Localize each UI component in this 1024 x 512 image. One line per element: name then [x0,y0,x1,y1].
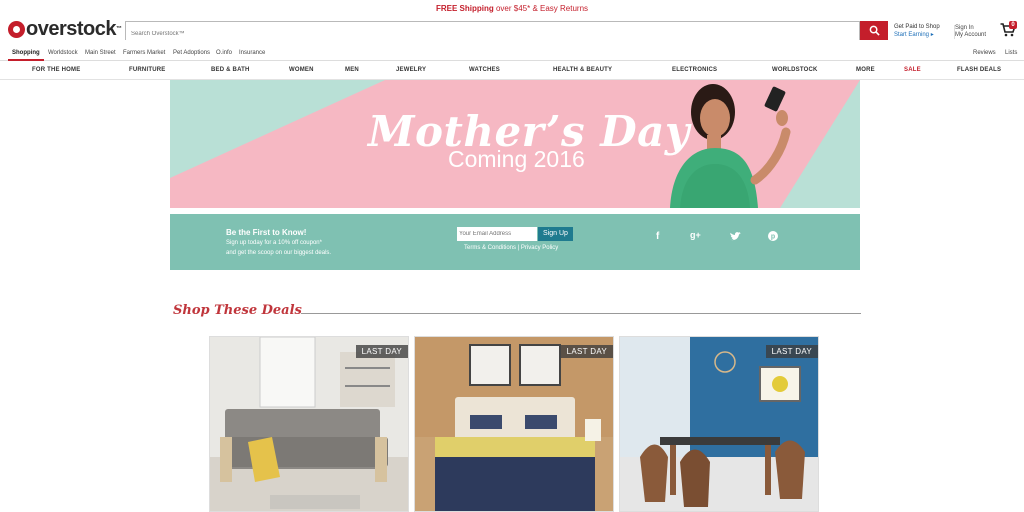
cart-count-badge: 0 [1009,21,1017,29]
newsletter-signup: Be the First to Know! Sign up today for … [170,214,860,270]
cat-worldstock[interactable]: WORLDSTOCK [772,67,818,73]
search-button[interactable] [860,21,888,40]
cat-sale[interactable]: SALE [904,67,921,73]
subnav-shopping[interactable]: Shopping [12,50,40,56]
facebook-icon[interactable]: f [656,231,659,242]
email-field[interactable] [457,227,537,241]
cat-electronics[interactable]: ELECTRONICS [672,67,717,73]
deal-card-sofa[interactable]: LAST DAY [209,336,409,512]
cat-bed-bath[interactable]: BED & BATH [211,67,250,73]
logo-text: overstock™ [26,18,122,40]
search-input[interactable] [126,25,859,43]
subnav-lists[interactable]: Lists [1005,50,1017,56]
shop-these-deals-heading: Shop These Deals [173,303,302,318]
cat-for-the-home[interactable]: FOR THE HOME [32,67,80,73]
cat-women[interactable]: WOMEN [289,67,314,73]
newsletter-line-1: Sign up today for a 10% off coupon* [226,240,322,246]
pinterest-icon[interactable]: p [768,231,778,241]
subnav-farmers-market[interactable]: Farmers Market [123,50,165,56]
cat-health-beauty[interactable]: HEALTH & BEAUTY [553,67,612,73]
start-earning-link[interactable]: Start Earning ▸ [894,31,940,39]
search-box[interactable] [125,21,860,43]
caret-right-icon: ▸ [930,32,934,38]
last-day-badge: LAST DAY [560,345,613,358]
subnav-pet-adoptions[interactable]: Pet Adoptions [173,50,210,56]
cat-flash-deals[interactable]: FLASH DEALS [957,67,1001,73]
google-plus-icon[interactable]: g+ [690,230,701,240]
free-shipping-label: FREE Shipping [435,4,494,13]
cat-jewelry[interactable]: JEWELRY [396,67,426,73]
deal-card-dining[interactable]: LAST DAY [619,336,819,512]
subnav-worldstock[interactable]: Worldstock [48,50,78,56]
get-paid-label: Get Paid to Shop [894,24,940,30]
logo-mark-icon [8,20,25,38]
banner-subtitle: Coming 2016 [448,146,585,172]
search-icon [869,25,880,36]
bed-photo [415,337,613,511]
sign-up-button[interactable]: Sign Up [538,227,573,241]
last-day-badge: LAST DAY [355,345,408,358]
sign-in-label: Sign In [955,25,974,31]
shopping-subnav: Shopping Worldstock Main Street Farmers … [0,44,1024,61]
deals-divider [301,313,861,314]
svg-text:p: p [771,234,775,241]
sign-in-link[interactable]: Sign In My Account [954,25,986,39]
get-paid-link[interactable]: Get Paid to Shop Start Earning ▸ [894,23,940,39]
dining-photo [620,337,818,511]
overstock-logo[interactable]: overstock™ [8,19,122,39]
mothers-day-banner[interactable]: Mother’s Day Coming 2016 [170,80,860,208]
deal-card-bed[interactable]: LAST DAY [414,336,614,512]
cat-more[interactable]: MORE [856,67,875,73]
cat-watches[interactable]: WATCHES [469,67,500,73]
newsletter-heading: Be the First to Know! [226,228,307,237]
subnav-insurance[interactable]: Insurance [239,50,265,56]
twitter-icon[interactable] [730,232,741,241]
sofa-photo [210,337,408,511]
terms-privacy-links[interactable]: Terms & Conditions | Privacy Policy [464,245,558,251]
newsletter-line-2: and get the scoop on our biggest deals. [226,250,332,256]
subnav-o-info[interactable]: O.info [216,50,232,56]
last-day-badge: LAST DAY [765,345,818,358]
subnav-reviews[interactable]: Reviews [973,50,996,56]
category-nav: FOR THE HOME FURNITURE BED & BATH WOMEN … [0,61,1024,80]
promo-strip[interactable]: FREE Shipping over $45* & Easy Returns [0,0,1024,17]
cat-men[interactable]: MEN [345,67,359,73]
header: overstock™ Get Paid to Shop Start Earnin… [0,17,1024,44]
my-account-label: My Account [955,32,987,38]
promo-text: over $45* & Easy Returns [493,4,589,13]
subnav-main-street[interactable]: Main Street [85,50,116,56]
cat-furniture[interactable]: FURNITURE [129,67,165,73]
